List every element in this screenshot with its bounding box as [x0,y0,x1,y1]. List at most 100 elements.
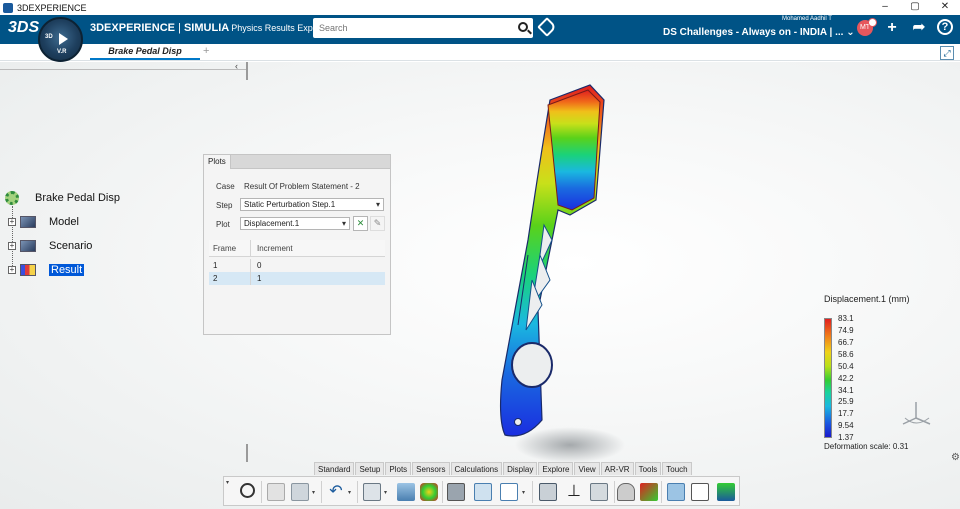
legend-value: 74.9 [838,326,854,335]
axis-icon[interactable]: ⊥ [565,483,583,501]
help-icon[interactable]: ? [937,19,953,35]
contour-plot-icon[interactable] [420,483,438,501]
legend-value: 66.7 [838,338,854,347]
column-header-increment[interactable]: Increment [251,240,385,256]
fullscreen-icon[interactable]: ⤢ [940,46,954,60]
document-icon[interactable] [691,483,709,501]
play-icon[interactable] [59,33,68,45]
import-icon[interactable] [397,483,415,501]
tree-node-scenario[interactable]: + Scenario [8,240,92,252]
copy-icon[interactable] [267,483,285,501]
minimize-button[interactable]: – [870,0,900,15]
legend-value: 1.37 [838,433,854,442]
brand-product: SIMULIA [183,22,230,34]
collab-space-selector[interactable]: DS Challenges - Always on - INDIA | ... … [663,27,855,38]
settings-icon[interactable]: ⚙ [951,452,960,463]
pencil-icon[interactable]: ✎ [370,216,385,231]
axis-triad-icon[interactable] [899,400,933,428]
toolbar-separator [357,481,358,503]
chevron-down-icon[interactable]: ▾ [312,489,315,496]
new-tab-icon[interactable]: + [203,45,209,57]
search-box[interactable] [313,18,533,38]
report-icon[interactable] [500,483,518,501]
compass-widget[interactable]: 3D V.R [38,17,83,62]
avatar[interactable]: MT [857,18,877,36]
3dexperience-app-icon [3,2,13,13]
part-shadow [515,427,625,463]
case-value: Result Of Problem Statement - 2 [244,182,360,191]
expand-icon[interactable]: + [8,266,16,274]
brand-name: 3DEXPERIENCE [90,22,175,34]
panel-splitter-bottom[interactable] [246,444,248,462]
plot-label: Plot [216,220,230,229]
tree-node-model[interactable]: + Model [8,216,79,228]
tab-view[interactable]: View [574,462,600,475]
tab-plots[interactable]: Plots [385,462,412,475]
undo-icon[interactable]: ↶ [327,483,345,501]
tab-setup[interactable]: Setup [355,462,385,475]
panel-splitter-top[interactable] [246,62,248,80]
tab-brake-pedal-disp[interactable]: Brake Pedal Disp [90,44,200,60]
cube-icon[interactable] [363,483,381,501]
legend-value: 17.7 [838,409,854,418]
frames-table-header: Frame Increment [209,240,385,257]
table-row[interactable]: 2 1 [209,272,385,285]
action-bar: ▾ ▾ ↶ ▾ ▾ ▾ ⊥ [223,476,740,506]
tab-sensors[interactable]: Sensors [412,462,450,475]
collapse-arrow-icon[interactable]: ‹ [235,61,238,71]
tab-tools[interactable]: Tools [634,462,662,475]
document-tabs: Brake Pedal Disp + [0,44,960,61]
tree-node-result[interactable]: + Result [8,264,85,276]
sensor-icon[interactable] [640,483,658,501]
export-icon[interactable] [667,483,685,501]
action-bar-tabs: Standard Setup Plots Sensors Calculation… [314,462,693,475]
legend-value: 50.4 [838,362,854,371]
tab-ar-vr[interactable]: AR-VR [600,462,634,475]
deformation-scale: Deformation scale: 0.31 [824,442,909,451]
display-icon[interactable] [474,483,492,501]
legend-value: 58.6 [838,350,854,359]
zoom-icon[interactable] [240,483,255,498]
probe-icon[interactable] [539,483,557,501]
tag-icon[interactable] [537,17,557,37]
tab-calculations[interactable]: Calculations [450,462,503,475]
tree-root[interactable]: Brake Pedal Disp [5,191,120,205]
chevron-down-icon[interactable]: ▾ [348,489,351,496]
app-brand: 3DEXPERIENCE | SIMULIA Physics Results Ex… [90,22,331,34]
frame-cell: 2 [209,272,251,285]
expand-icon[interactable]: + [8,218,16,226]
chevron-down-icon[interactable]: ⌄ [846,27,854,38]
tree-node-label: Result [49,264,85,276]
paste-icon[interactable] [291,483,309,501]
chevron-down-icon[interactable]: ▾ [522,489,525,496]
search-input[interactable] [313,18,503,38]
tab-standard[interactable]: Standard [314,462,355,475]
share-icon[interactable]: ➦ [910,19,928,37]
expand-icon[interactable]: + [8,242,16,250]
column-header-frame[interactable]: Frame [209,240,251,256]
animation-icon[interactable] [447,483,465,501]
tab-touch[interactable]: Touch [662,462,692,475]
plot-edit-icon[interactable]: ✕ [353,216,368,231]
add-icon[interactable]: + [883,19,901,37]
search-icon[interactable] [518,22,528,32]
tab-display[interactable]: Display [503,462,538,475]
toolbar-separator [321,481,322,503]
plots-panel-title[interactable]: Plots [204,155,231,169]
section-icon[interactable] [590,483,608,501]
close-button[interactable]: ✕ [930,0,960,15]
tree-root-label: Brake Pedal Disp [35,192,120,204]
tab-explore[interactable]: Explore [538,462,574,475]
maximize-button[interactable]: ▢ [900,0,930,15]
brake-pedal-model[interactable] [480,80,640,470]
app-options-icon[interactable] [717,483,735,501]
frame-cell: 1 [209,259,251,272]
step-select[interactable]: Static Perturbation Step.1 [240,198,384,211]
ds-logo-icon[interactable]: 3DS [8,19,39,37]
table-row[interactable]: 1 0 [209,259,385,272]
toolbar-separator [442,481,443,503]
chevron-down-icon[interactable]: ▾ [226,479,229,486]
chevron-down-icon[interactable]: ▾ [384,489,387,496]
plot-select[interactable]: Displacement.1 [240,217,350,230]
database-icon[interactable] [617,483,635,501]
